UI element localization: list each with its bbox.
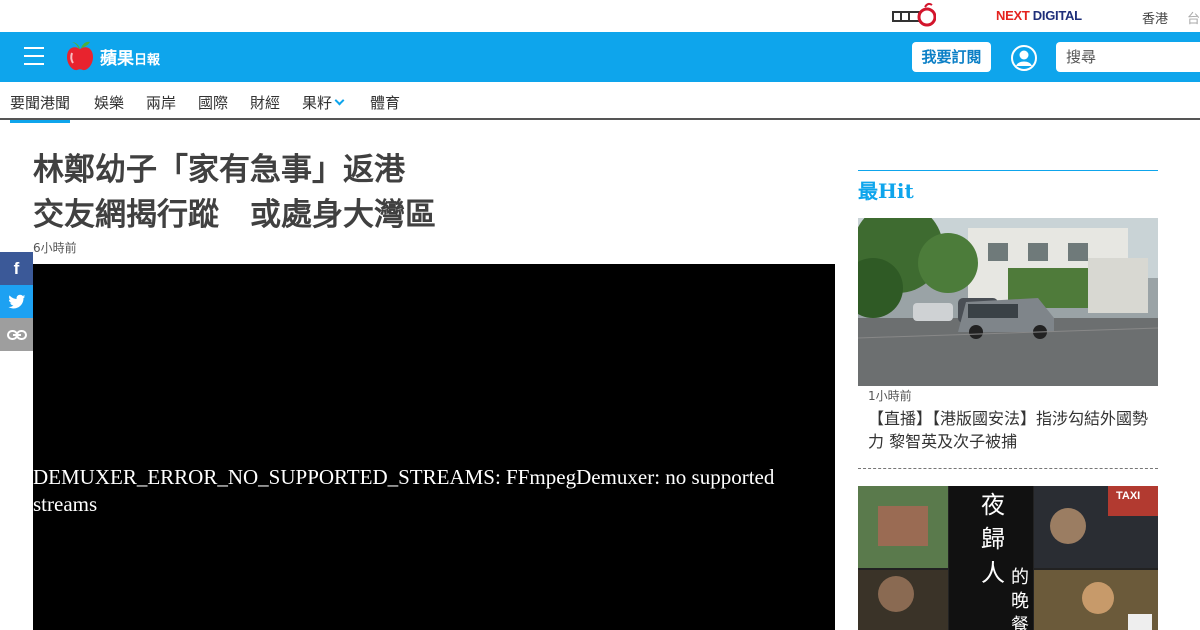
top-strip: NEXT DIGITAL 香港 台	[0, 0, 1200, 32]
link-icon	[6, 329, 27, 340]
sidebar-divider	[858, 468, 1158, 469]
story-2-char: 夜	[981, 491, 1005, 519]
logo-main-text: 蘋果	[100, 48, 134, 69]
story-2-vertical-subtitle: 的 晚 餐	[1008, 566, 1032, 630]
user-account-icon[interactable]	[1011, 45, 1037, 71]
story-2-char: 人	[981, 559, 1005, 587]
category-nav: 要聞港聞 娛樂 兩岸 國際 財經 果籽 體育	[0, 82, 1200, 123]
search-input[interactable]	[1056, 42, 1200, 72]
subscribe-button[interactable]: 我要訂閱	[912, 42, 991, 72]
next-digital-suffix: DIGITAL	[1029, 8, 1082, 23]
sidebar-rule	[858, 170, 1158, 171]
sidebar-story-2-image[interactable]: 夜 歸 人 的 晚 餐 TAXI	[858, 486, 1158, 630]
site-logo[interactable]: 蘋果日報	[66, 40, 160, 72]
sidebar-title: 最Hit	[858, 179, 914, 203]
twitter-icon	[7, 294, 25, 308]
story-2-char: 的	[1011, 567, 1029, 588]
facebook-icon: f	[13, 258, 20, 278]
nav-item-sports[interactable]: 體育	[370, 92, 400, 113]
article-headline: 林鄭幼子「家有急事」返港 交友網揭行蹤 或處身大灣區	[33, 148, 813, 238]
apple-logo-icon	[67, 41, 93, 71]
nav-item-lifestyle[interactable]: 果籽	[302, 92, 345, 113]
share-facebook-button[interactable]: f	[0, 252, 33, 285]
sidebar-story-1-title[interactable]: 【直播】【港版國安法】指涉勾結外國勢力 黎智英及次子被捕	[868, 407, 1153, 453]
nav-item-international[interactable]: 國際	[198, 92, 228, 113]
nav-item-cross-strait[interactable]: 兩岸	[146, 92, 176, 113]
chevron-down-icon	[334, 95, 345, 106]
story-2-char: 歸	[981, 525, 1005, 553]
menu-icon[interactable]	[24, 47, 44, 65]
main-header: 蘋果日報 我要訂閱	[0, 32, 1200, 82]
region-hongkong-link[interactable]: 香港	[1142, 8, 1168, 27]
sidebar-story-1-time: 1小時前	[868, 389, 912, 403]
headline-line-2: 交友網揭行蹤 或處身大灣區	[33, 197, 436, 233]
video-player[interactable]: DEMUXER_ERROR_NO_SUPPORTED_STREAMS: FFmp…	[33, 264, 835, 630]
region-taiwan-link[interactable]: 台	[1187, 8, 1200, 27]
next-digital-prefix: NEXT	[996, 8, 1030, 23]
video-error-message: DEMUXER_ERROR_NO_SUPPORTED_STREAMS: FFmp…	[33, 465, 775, 516]
share-link-button[interactable]	[0, 318, 33, 351]
nav-item-finance[interactable]: 財經	[250, 92, 280, 113]
article-timestamp: 6小時前	[33, 241, 77, 255]
apple-daily-group-logo-icon[interactable]	[892, 2, 936, 30]
sidebar-story-1-image[interactable]	[858, 218, 1158, 386]
next-digital-logo[interactable]: NEXT DIGITAL	[996, 8, 1082, 23]
nav-item-entertainment[interactable]: 娛樂	[94, 92, 124, 113]
story-2-char: 餐	[1011, 615, 1029, 630]
nav-item-lifestyle-label: 果籽	[302, 94, 333, 112]
story-2-vertical-title: 夜 歸 人	[976, 488, 1010, 590]
headline-line-1: 林鄭幼子「家有急事」返港	[33, 152, 405, 188]
logo-wordmark: 蘋果日報	[100, 44, 160, 69]
nav-item-news[interactable]: 要聞港聞	[10, 92, 71, 123]
story-2-char: 晚	[1011, 591, 1029, 612]
story-2-taxi-sign: TAXI	[1116, 490, 1141, 502]
share-twitter-button[interactable]	[0, 285, 33, 318]
logo-sub-text: 日報	[134, 52, 161, 68]
street-photo-icon	[858, 218, 1158, 386]
